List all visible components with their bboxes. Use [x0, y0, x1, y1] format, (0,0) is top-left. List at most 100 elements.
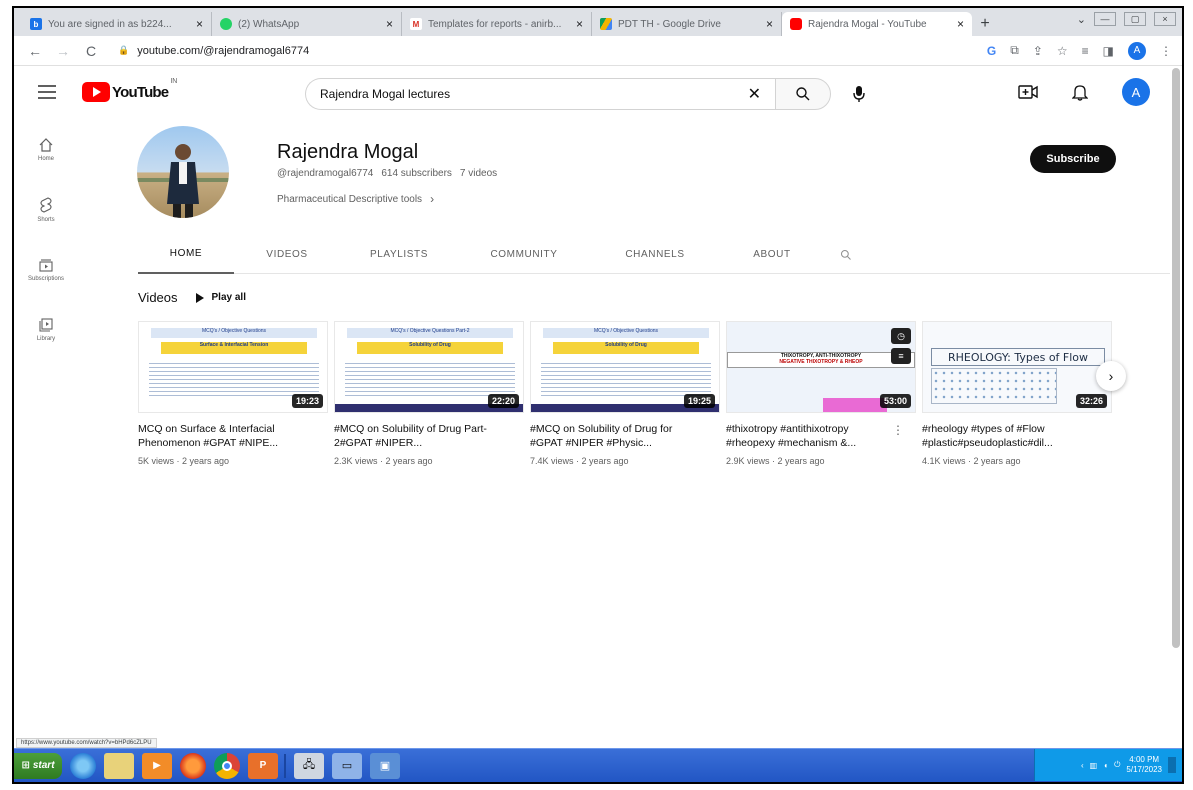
search-input[interactable]: Rajendra Mogal lectures ✕ [305, 78, 775, 110]
video-card[interactable]: MCQ's / Objective Questions Solubility o… [530, 321, 720, 466]
chrome-menu-icon[interactable]: ⋮ [1160, 44, 1172, 58]
tab-close-icon[interactable]: × [196, 17, 203, 31]
tab-videos[interactable]: VIDEOS [234, 236, 340, 274]
browser-tab[interactable]: (2) WhatsApp × [212, 12, 402, 36]
browser-tab-active[interactable]: Rajendra Mogal - YouTube × [782, 12, 972, 36]
display-icon: ▭ [341, 760, 353, 772]
channel-description[interactable]: Pharmaceutical Descriptive tools › [277, 192, 434, 206]
shelf-next-button[interactable]: › [1096, 361, 1126, 391]
guide-item-subscriptions[interactable]: Subscriptions [14, 240, 78, 300]
windows-taskbar: ⊞ start ▶ P 🖧 ▭ ▣ ‹ ▥ ◖ ⏻ 4:00 PM 5/17/2… [14, 748, 1182, 782]
notifications-bell-icon[interactable] [1072, 83, 1088, 101]
thumbnail-text-lines [541, 360, 711, 396]
google-lens-icon[interactable]: G [987, 44, 996, 58]
taskbar-app-button[interactable] [180, 752, 206, 779]
subscribe-button[interactable]: Subscribe [1030, 145, 1116, 173]
translate-icon[interactable]: ⧉ [1010, 43, 1019, 58]
add-to-queue-icon[interactable]: ≡ [891, 348, 911, 364]
shelf-title[interactable]: Videos [138, 290, 178, 305]
volume-icon[interactable]: ◖ [1103, 761, 1108, 770]
more-actions-icon[interactable]: ⋮ [892, 423, 904, 437]
tab-close-icon[interactable]: × [766, 17, 773, 31]
video-title[interactable]: #thixotropy #antithixotropy #rheopexy #m… [726, 422, 896, 450]
video-duration: 19:23 [291, 394, 323, 408]
taskbar-app-button[interactable]: ▶ [142, 752, 172, 779]
watch-later-icon[interactable]: ◷ [891, 328, 911, 344]
page-scrollbar[interactable] [1172, 68, 1180, 648]
taskbar-app-button[interactable]: ▣ [370, 752, 400, 779]
guide-item-shorts[interactable]: Shorts [14, 180, 78, 240]
forward-icon[interactable]: → [52, 43, 74, 59]
tab-close-icon[interactable]: × [957, 17, 964, 31]
reading-list-icon[interactable]: ≡ [1082, 44, 1089, 58]
tab-playlists[interactable]: PLAYLISTS [340, 236, 458, 274]
tab-search-icon[interactable]: ⌄ [1077, 13, 1086, 26]
bookmark-star-icon[interactable]: ☆ [1057, 44, 1068, 58]
system-clock[interactable]: 4:00 PM 5/17/2023 [1126, 755, 1162, 775]
reload-icon[interactable]: C [80, 43, 102, 59]
show-desktop-button[interactable] [1168, 757, 1176, 773]
guide-item-home[interactable]: Home [14, 120, 78, 180]
tab-close-icon[interactable]: × [576, 17, 583, 31]
tab-community[interactable]: COMMUNITY [458, 236, 590, 274]
video-title[interactable]: #MCQ on Solubility of Drug Part-2#GPAT #… [334, 422, 504, 450]
thumbnail-subheader: Solubility of Drug [357, 342, 503, 354]
taskbar-app-button[interactable] [70, 752, 96, 779]
minimize-button[interactable]: — [1094, 12, 1116, 26]
voice-search-button[interactable] [845, 80, 873, 108]
thumbnail-subheader: Solubility of Drug [553, 342, 699, 354]
taskbar-app-button[interactable] [214, 752, 240, 779]
channel-avatar[interactable] [137, 126, 229, 218]
video-card[interactable]: RHEOLOGY: Types of Flow 32:26 #rheology … [922, 321, 1112, 466]
video-thumbnail[interactable]: MCQ's / Objective Questions Part-2 Solub… [334, 321, 524, 413]
create-video-icon[interactable] [1018, 84, 1038, 100]
youtube-logo[interactable]: YouTube IN [82, 78, 177, 102]
lock-icon[interactable]: 🔒 [118, 45, 129, 56]
side-panel-icon[interactable]: ◨ [1103, 44, 1114, 58]
close-window-button[interactable]: × [1154, 12, 1176, 26]
video-meta: 2.9K views · 2 years ago [726, 456, 825, 466]
tab-home[interactable]: HOME [138, 236, 234, 274]
tab-channels[interactable]: CHANNELS [590, 236, 720, 274]
video-thumbnail[interactable]: THIXOTROPY, ANTI-THIXOTROPY NEGATIVE THI… [726, 321, 916, 413]
search-button[interactable] [775, 78, 831, 110]
menu-icon[interactable] [38, 85, 56, 99]
tray-expand-icon[interactable]: ‹ [1081, 761, 1084, 770]
maximize-button[interactable]: ▢ [1124, 12, 1146, 26]
new-tab-button[interactable]: + [972, 12, 998, 36]
taskbar-app-button[interactable]: ▭ [332, 752, 362, 779]
video-thumbnail[interactable]: RHEOLOGY: Types of Flow 32:26 [922, 321, 1112, 413]
back-icon[interactable]: ← [24, 43, 46, 59]
guide-item-label: Shorts [37, 217, 55, 223]
browser-tab[interactable]: PDT TH - Google Drive × [592, 12, 782, 36]
account-avatar[interactable]: A [1122, 78, 1150, 106]
browser-tab[interactable]: M Templates for reports - anirb... × [402, 12, 592, 36]
monitor-icon: ▣ [379, 760, 391, 772]
tab-about[interactable]: ABOUT [720, 236, 824, 274]
clear-search-icon[interactable]: ✕ [748, 84, 761, 104]
status-bar-url: https://www.youtube.com/watch?v=bHPd6cZL… [16, 738, 157, 748]
address-bar[interactable]: 🔒 youtube.com/@rajendramogal6774 [108, 40, 987, 62]
taskbar-app-button[interactable]: P [248, 752, 278, 779]
start-button[interactable]: ⊞ start [14, 752, 62, 779]
power-icon[interactable]: ⏻ [1114, 760, 1120, 770]
video-thumbnail[interactable]: MCQ's / Objective Questions Solubility o… [530, 321, 720, 413]
video-card[interactable]: MCQ's / Objective Questions Surface & In… [138, 321, 328, 466]
taskbar-app-button[interactable]: 🖧 [294, 752, 324, 779]
network-tray-icon[interactable]: ▥ [1090, 761, 1098, 770]
video-card[interactable]: THIXOTROPY, ANTI-THIXOTROPY NEGATIVE THI… [726, 321, 916, 466]
profile-icon[interactable]: A [1128, 41, 1146, 60]
channel-search-button[interactable] [824, 236, 868, 274]
taskbar-app-button[interactable] [104, 752, 134, 779]
video-title[interactable]: #rheology #types of #Flow #plastic#pseud… [922, 422, 1092, 450]
video-card[interactable]: MCQ's / Objective Questions Part-2 Solub… [334, 321, 524, 466]
tab-close-icon[interactable]: × [386, 17, 393, 31]
video-title[interactable]: #MCQ on Solubility of Drug for #GPAT #NI… [530, 422, 700, 450]
video-thumbnail[interactable]: MCQ's / Objective Questions Surface & In… [138, 321, 328, 413]
browser-tab[interactable]: b You are signed in as b224... × [22, 12, 212, 36]
play-all-button[interactable]: Play all [195, 292, 246, 303]
thumbnail-pink-block [823, 398, 887, 412]
video-title[interactable]: MCQ on Surface & Interfacial Phenomenon … [138, 422, 308, 450]
share-icon[interactable]: ⇪ [1033, 44, 1043, 58]
guide-item-library[interactable]: Library [14, 300, 78, 360]
